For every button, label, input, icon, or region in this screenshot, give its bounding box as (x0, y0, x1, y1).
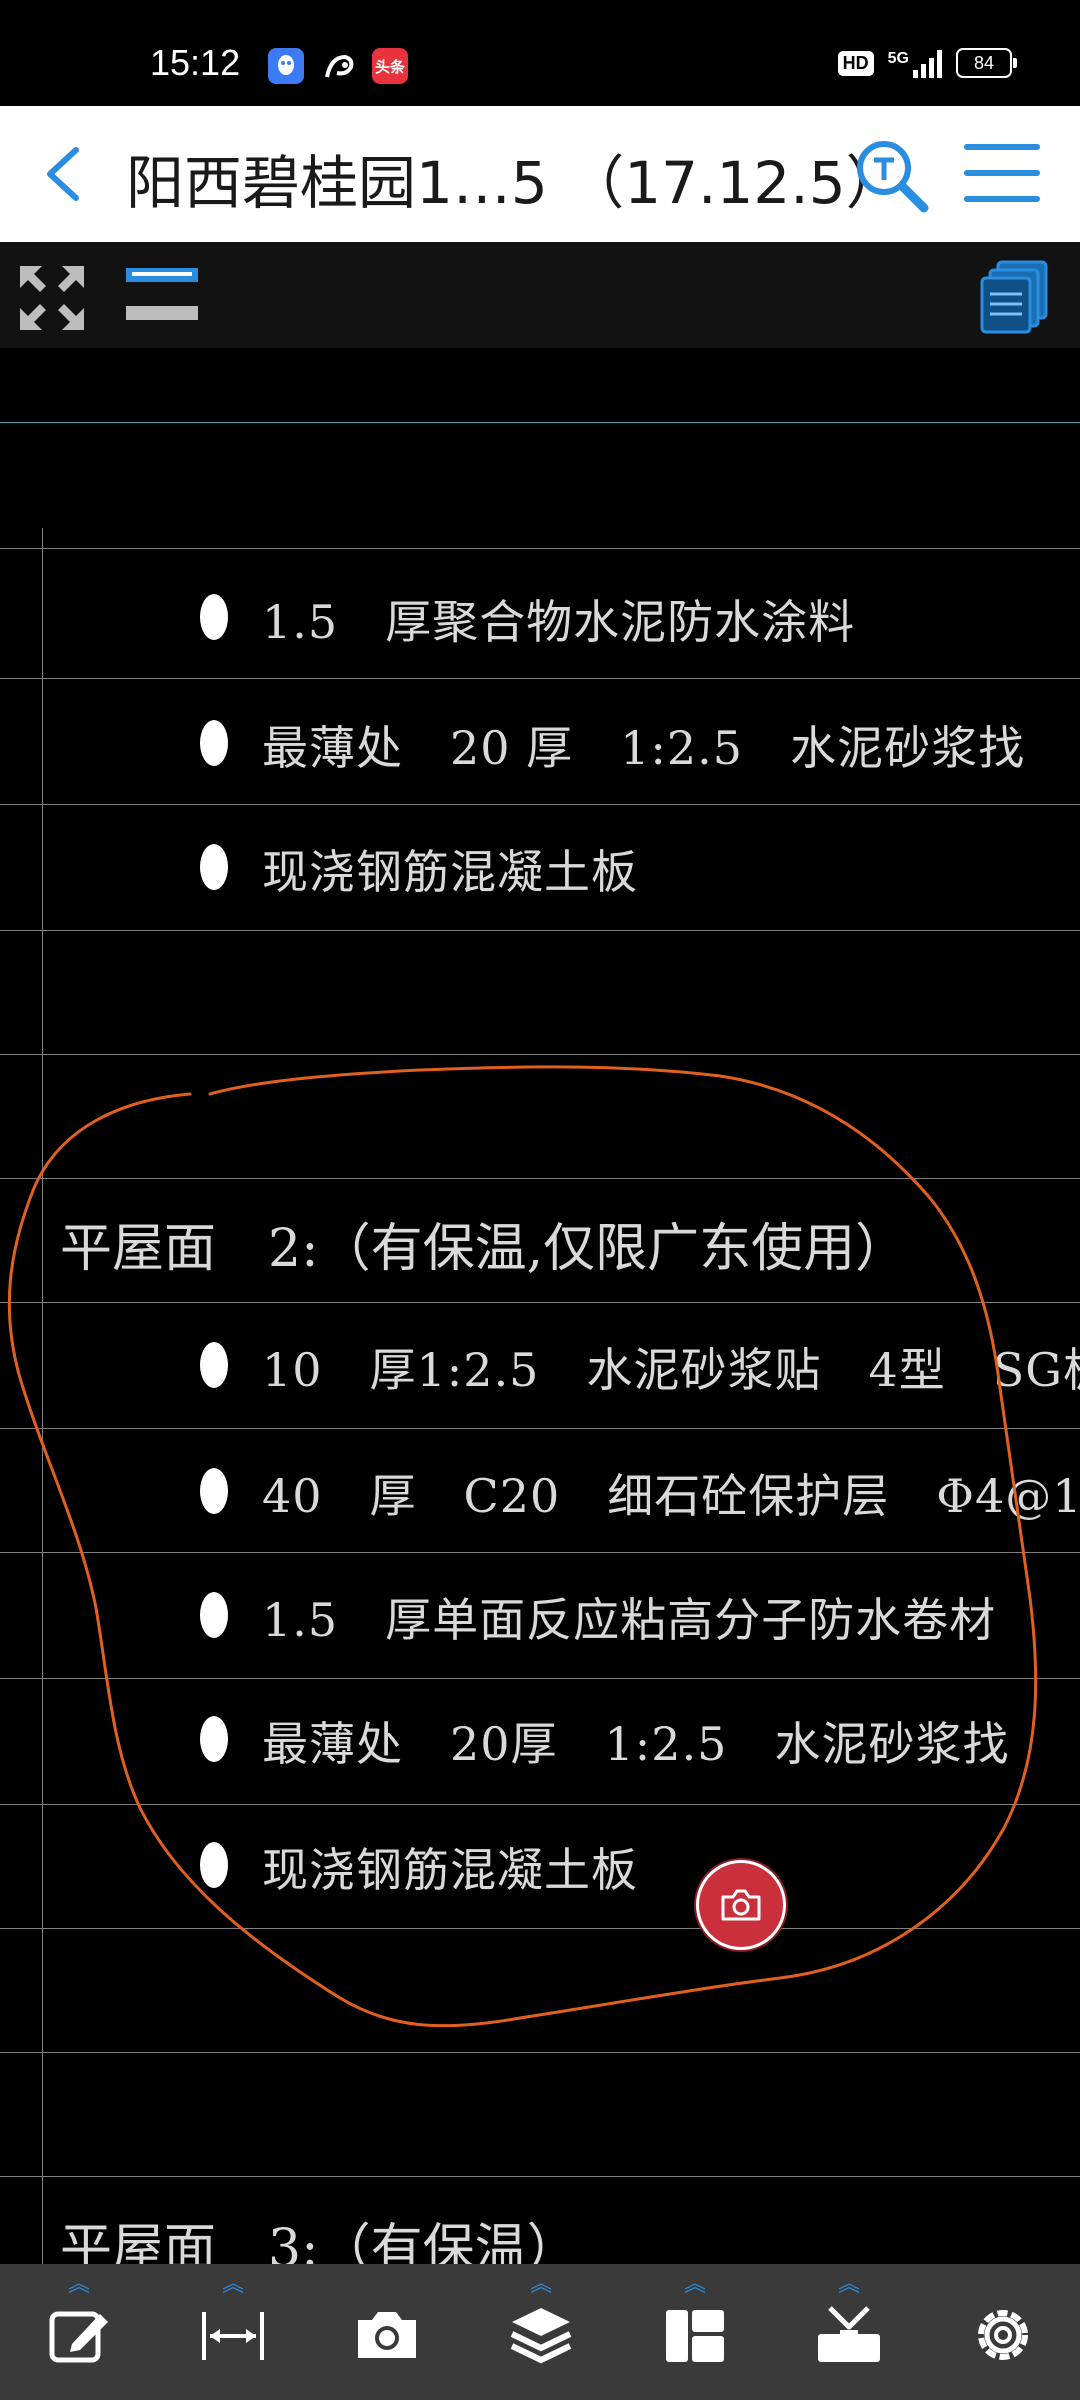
layers-icon (510, 2308, 572, 2364)
layout-icon (666, 2310, 724, 2362)
chevron-up-icon: ︽ (67, 2272, 90, 2297)
fullscreen-button[interactable] (16, 262, 88, 334)
drawing-toolbar (0, 242, 1080, 348)
edit-icon (49, 2311, 108, 2363)
measure-button[interactable]: ︽ (178, 2274, 288, 2390)
layers-button[interactable]: ︽ (486, 2274, 596, 2390)
back-button[interactable] (36, 142, 96, 206)
chevron-left-icon (47, 147, 79, 201)
tools-button[interactable]: ︽ (794, 2274, 904, 2390)
page-title: 阳西碧桂园1…5 （17.12.5） (126, 149, 904, 217)
menu-icon (964, 144, 1040, 150)
documents-icon (980, 260, 1048, 334)
bottom-toolbar: ︽ ︽ ︽ ︽ ︽ (0, 2264, 1080, 2400)
freehand-annotation (7, 1065, 1038, 2028)
chevron-up-icon: ︽ (529, 2272, 552, 2297)
status-bar: 15:12 头条 HD 5G 84 (0, 0, 1080, 106)
toutiao-icon: 头条 (372, 48, 408, 84)
settings-button[interactable] (948, 2274, 1058, 2390)
expand-icon (20, 266, 84, 330)
layout-button[interactable]: ︽ (640, 2274, 750, 2390)
layout-lines-button[interactable] (124, 266, 200, 322)
qq-icon (268, 48, 304, 84)
signal-icon: 5G (888, 48, 942, 78)
camera-button[interactable] (332, 2274, 442, 2390)
uc-browser-icon (322, 48, 358, 84)
camera-icon (721, 1889, 761, 1921)
tools-icon (818, 2306, 880, 2362)
chevron-up-icon: ︽ (221, 2272, 244, 2297)
cad-drawing-canvas[interactable]: 1.5 厚聚合物水泥防水涂料 最薄处 20 厚 1:2.5 水泥砂浆找 2坡 现… (0, 348, 1080, 2264)
text-search-button[interactable] (852, 136, 932, 216)
chevron-up-icon: ︽ (683, 2272, 706, 2297)
screenshot-camera-button[interactable] (696, 1860, 786, 1950)
camera-icon (358, 2312, 416, 2358)
hd-badge: HD (837, 50, 874, 76)
chevron-up-icon: ︽ (837, 2272, 860, 2297)
layers-panel-button[interactable] (978, 260, 1050, 334)
text-search-icon (857, 141, 929, 213)
layout-lines-icon (126, 268, 198, 320)
app-header: 阳西碧桂园1…5 （17.12.5） (0, 106, 1080, 242)
edit-button[interactable]: ︽ (24, 2274, 134, 2390)
status-time: 15:12 (150, 42, 241, 83)
measure-icon (202, 2312, 264, 2360)
battery-icon: 84 (956, 48, 1017, 78)
menu-button[interactable] (964, 144, 1040, 208)
gear-icon (978, 2310, 1028, 2360)
